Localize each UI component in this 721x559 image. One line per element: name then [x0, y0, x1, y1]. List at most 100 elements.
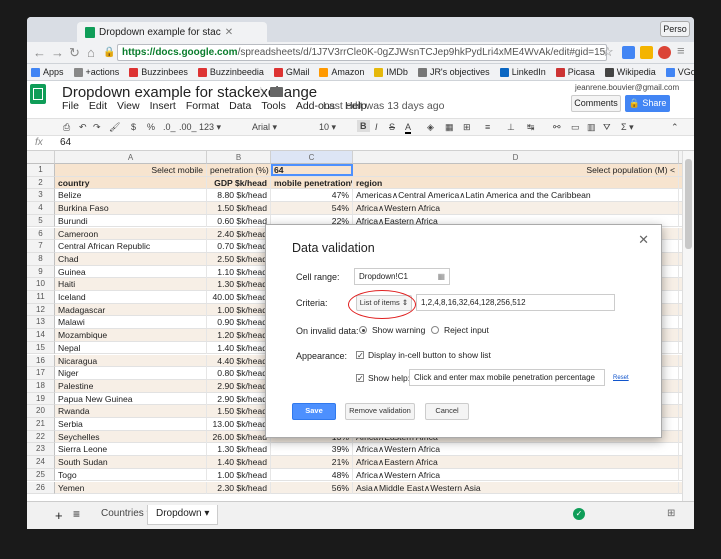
- cell[interactable]: Sierra Leone: [55, 443, 207, 456]
- row-header[interactable]: 1: [27, 164, 55, 177]
- explore-icon[interactable]: ⊞: [667, 508, 675, 519]
- cell[interactable]: Africa∧Western Africa: [353, 468, 679, 481]
- bookmark-item[interactable]: Buzzinbeedia: [197, 67, 264, 77]
- cell[interactable]: 48%: [271, 468, 353, 481]
- help-text-input[interactable]: Click and enter max mobile penetration p…: [409, 369, 605, 386]
- cell[interactable]: 54%: [271, 202, 353, 215]
- bookmark-item[interactable]: +actions: [73, 67, 119, 77]
- menu-item[interactable]: Data: [229, 100, 251, 112]
- profile-button[interactable]: Perso: [660, 21, 690, 37]
- cell[interactable]: mobile penetration%: [271, 176, 353, 189]
- cell[interactable]: Malawi: [55, 316, 207, 329]
- cell[interactable]: region: [353, 176, 679, 189]
- row-header[interactable]: 13: [27, 316, 55, 330]
- cell[interactable]: country: [55, 176, 207, 189]
- cell[interactable]: 0.80 $k/head: [207, 367, 271, 380]
- link-icon[interactable]: ⚯: [553, 122, 561, 133]
- vertical-scrollbar[interactable]: [682, 151, 694, 501]
- user-email[interactable]: jeanrene.bouvier@gmail.com: [575, 83, 679, 92]
- cell[interactable]: Niger: [55, 367, 207, 380]
- cell[interactable]: 1.00 $k/head: [207, 468, 271, 481]
- text-color-button[interactable]: A: [405, 122, 412, 134]
- filter-icon[interactable]: ⛛: [603, 122, 611, 133]
- cell[interactable]: Chad: [55, 252, 207, 265]
- cell[interactable]: Togo: [55, 468, 207, 481]
- reset-link[interactable]: Reset: [613, 375, 629, 381]
- cell[interactable]: 1.00 $k/head: [207, 303, 271, 316]
- italic-button[interactable]: I: [375, 122, 378, 132]
- cell[interactable]: Africa∧Western Africa: [353, 202, 679, 215]
- bookmark-star-icon[interactable]: ☆: [602, 44, 614, 60]
- decrease-decimal-button[interactable]: .0_: [163, 122, 176, 132]
- cell[interactable]: 1.10 $k/head: [207, 265, 271, 278]
- cell[interactable]: 2.30 $k/head: [207, 481, 271, 494]
- display-dropdown-checkbox[interactable]: ✓: [356, 351, 364, 360]
- cell[interactable]: Burkina Faso: [55, 202, 207, 215]
- merge-icon[interactable]: ⊞: [463, 122, 471, 133]
- row-header[interactable]: 20: [27, 405, 55, 418]
- cell[interactable]: 1.30 $k/head: [207, 278, 271, 291]
- reload-icon[interactable]: ↻: [69, 45, 80, 61]
- bookmark-item[interactable]: VGoogle: [665, 67, 694, 77]
- cell[interactable]: 26.00 $k/head: [207, 430, 271, 443]
- comments-button[interactable]: Comments: [571, 95, 621, 112]
- cell[interactable]: Select population (M) <: [353, 164, 679, 176]
- cell[interactable]: 2.90 $k/head: [207, 392, 271, 405]
- row-header[interactable]: 18: [27, 379, 55, 393]
- cell[interactable]: Select mobile: [55, 164, 207, 176]
- currency-button[interactable]: $: [131, 122, 136, 132]
- back-icon[interactable]: ←: [33, 45, 46, 60]
- bookmark-item[interactable]: Apps: [31, 67, 64, 77]
- cell[interactable]: 64: [271, 164, 353, 176]
- cell[interactable]: South Sudan: [55, 456, 207, 469]
- cell[interactable]: Seychelles: [55, 430, 207, 443]
- cell[interactable]: Cameroon: [55, 227, 207, 240]
- row-header[interactable]: 21: [27, 418, 55, 431]
- save-button[interactable]: Save: [292, 403, 336, 420]
- cell[interactable]: Americas∧Central America∧Latin America a…: [353, 189, 679, 202]
- share-button[interactable]: 🔒 Share: [625, 95, 670, 112]
- menu-item[interactable]: Insert: [150, 100, 176, 112]
- cell[interactable]: Madagascar: [55, 303, 207, 316]
- cell[interactable]: Papua New Guinea: [55, 392, 207, 405]
- row-header[interactable]: 7: [27, 240, 55, 253]
- bookmark-item[interactable]: LinkedIn: [499, 67, 546, 77]
- cell[interactable]: 8.80 $k/head: [207, 189, 271, 202]
- chart-icon[interactable]: ▥: [587, 122, 596, 133]
- cell[interactable]: Belize: [55, 189, 207, 202]
- row-header[interactable]: 6: [27, 227, 55, 241]
- extension-icon[interactable]: [640, 46, 653, 59]
- cell[interactable]: 1.50 $k/head: [207, 405, 271, 418]
- remove-validation-button[interactable]: Remove validation: [345, 403, 415, 420]
- sheets-logo-icon[interactable]: [30, 84, 46, 104]
- cell[interactable]: 13.00 $k/head: [207, 418, 271, 430]
- bookmark-item[interactable]: GMail: [273, 67, 309, 77]
- paint-format-icon[interactable]: 🖌: [109, 122, 120, 133]
- row-header[interactable]: 10: [27, 278, 55, 291]
- cell[interactable]: 0.70 $k/head: [207, 240, 271, 253]
- column-header[interactable]: B: [207, 151, 271, 164]
- column-header[interactable]: D: [353, 151, 679, 164]
- row-header[interactable]: 9: [27, 265, 55, 279]
- cell[interactable]: 2.90 $k/head: [207, 379, 271, 392]
- borders-icon[interactable]: ▦: [445, 122, 454, 133]
- menu-item[interactable]: Edit: [89, 100, 107, 112]
- extension-icon[interactable]: [658, 46, 671, 59]
- last-edit[interactable]: Last edit was 13 days ago: [323, 100, 444, 112]
- cell[interactable]: Nepal: [55, 341, 207, 354]
- row-header[interactable]: 5: [27, 214, 55, 228]
- increase-decimal-button[interactable]: .00_: [179, 122, 197, 132]
- strikethrough-button[interactable]: S: [389, 122, 395, 132]
- row-header[interactable]: 11: [27, 291, 55, 304]
- cell[interactable]: 0.60 $k/head: [207, 214, 271, 227]
- bookmark-item[interactable]: JR's objectives: [417, 67, 490, 77]
- row-header[interactable]: 25: [27, 468, 55, 482]
- star-icon[interactable]: ☆: [255, 84, 267, 100]
- cell[interactable]: Africa∧Eastern Africa: [353, 456, 679, 469]
- menu-icon[interactable]: ≡: [677, 43, 685, 58]
- reject-input-radio[interactable]: [431, 326, 439, 334]
- collapse-icon[interactable]: ⌃: [671, 122, 679, 133]
- add-sheet-button[interactable]: +: [55, 508, 63, 523]
- cell[interactable]: 4.40 $k/head: [207, 354, 271, 367]
- cell[interactable]: 21%: [271, 456, 353, 469]
